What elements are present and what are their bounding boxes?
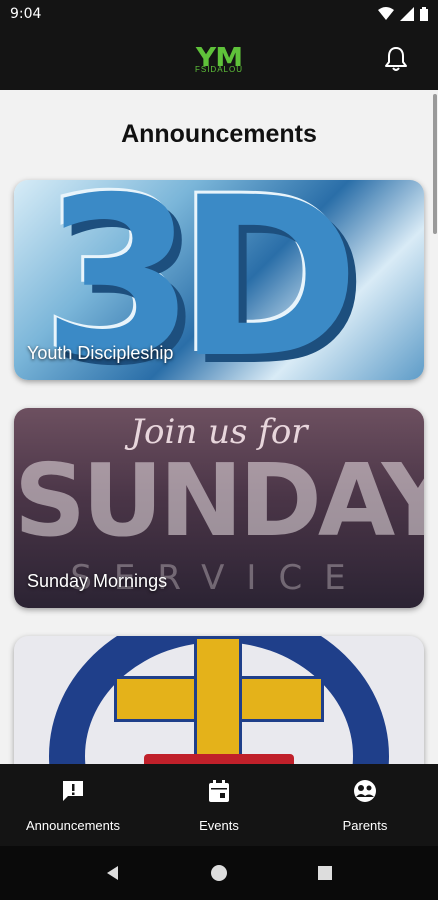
status-time: 9:04 — [10, 6, 42, 22]
announcement-card-fca[interactable] — [14, 636, 424, 764]
app-header: YM FSIDALOU — [0, 28, 438, 90]
system-nav-bar — [0, 846, 438, 900]
card-label: Sunday Mornings — [27, 571, 168, 591]
announcements-list[interactable]: Announcements 3D Youth Discipleship Join… — [0, 90, 438, 764]
wifi-icon — [378, 7, 394, 20]
announcement-card-sunday-mornings[interactable]: Join us for SUNDAY SERVICE Sunday Mornin… — [14, 408, 424, 608]
nav-label: Events — [199, 818, 239, 833]
nav-label: Parents — [342, 818, 388, 833]
announcement-icon — [63, 781, 83, 801]
scrollbar[interactable] — [433, 94, 437, 234]
signal-icon — [400, 7, 414, 21]
nav-item-announcements[interactable]: Announcements — [0, 764, 146, 846]
home-icon[interactable] — [210, 864, 228, 882]
notification-bell-icon[interactable] — [382, 45, 410, 73]
fca-cross-vertical — [194, 636, 242, 764]
fca-banner — [144, 754, 294, 764]
back-icon[interactable] — [104, 864, 122, 882]
logo-subtext: FSIDALOU — [192, 65, 245, 74]
nav-item-events[interactable]: Events — [146, 764, 292, 846]
parents-icon — [354, 780, 376, 802]
app-logo[interactable]: YM FSIDALOU — [192, 44, 245, 74]
calendar-icon — [209, 780, 229, 802]
bottom-nav: Announcements Events Parents — [0, 764, 438, 846]
announcement-card-youth-discipleship[interactable]: 3D Youth Discipleship — [14, 180, 424, 380]
card-image-text-main: SUNDAY — [14, 442, 424, 559]
card-label: Youth Discipleship — [27, 343, 174, 363]
page-title: Announcements — [121, 120, 317, 148]
recents-icon[interactable] — [316, 864, 334, 882]
nav-item-parents[interactable]: Parents — [292, 764, 438, 846]
nav-label: Announcements — [26, 818, 120, 833]
status-icons — [378, 7, 428, 21]
status-bar: 9:04 — [0, 0, 438, 28]
battery-icon — [420, 7, 428, 21]
